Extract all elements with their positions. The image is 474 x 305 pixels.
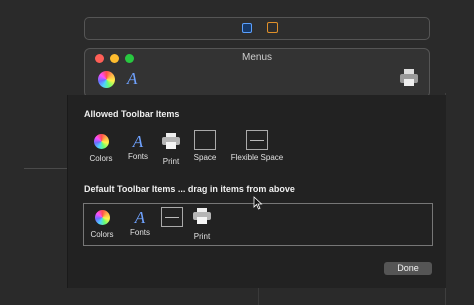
window-title: Menus <box>241 52 272 63</box>
item-label: Fonts <box>129 228 150 237</box>
toolbar-item-print[interactable]: Print <box>159 132 183 166</box>
customize-toolbar-sheet: Allowed Toolbar Items Colors A Fonts Pri… <box>67 95 446 288</box>
color-wheel-icon <box>94 210 110 225</box>
mouse-cursor-icon <box>253 196 263 210</box>
item-label: Print <box>193 232 211 241</box>
flexible-space-icon <box>246 130 268 150</box>
window-icon[interactable] <box>242 23 252 33</box>
toolbar-item-print[interactable]: Print <box>190 207 214 241</box>
color-wheel-icon <box>93 134 109 149</box>
item-label: Colors <box>89 154 113 163</box>
toolbar-item-fonts[interactable]: A Fonts <box>126 209 154 237</box>
path-control-bar[interactable] <box>84 17 430 40</box>
divider <box>24 168 68 169</box>
toolbar-item-colors[interactable]: Colors <box>87 210 117 239</box>
toolbar-item-flexible-space[interactable] <box>160 207 184 227</box>
window-titlebar: Menus <box>86 50 428 68</box>
color-wheel-icon[interactable] <box>98 71 115 88</box>
toolbar-item-fonts[interactable]: A Fonts <box>124 133 152 161</box>
printer-icon <box>193 208 211 224</box>
allowed-items-heading: Allowed Toolbar Items <box>84 109 180 119</box>
cube-icon[interactable] <box>267 22 278 33</box>
printer-icon <box>162 133 180 149</box>
toolbar-item-space[interactable]: Space <box>190 130 220 162</box>
toolbar-item-flexible-space[interactable]: Flexible Space <box>228 130 286 162</box>
printer-icon[interactable] <box>399 68 419 88</box>
item-label: Colors <box>90 230 114 239</box>
divider <box>258 288 259 305</box>
item-label: Fonts <box>127 152 148 161</box>
item-label: Flexible Space <box>230 153 284 162</box>
menus-window: Menus A <box>84 48 430 98</box>
font-icon[interactable]: A <box>127 69 137 89</box>
item-label: Space <box>193 153 217 162</box>
flexible-space-icon <box>161 207 183 227</box>
font-icon: A <box>134 208 146 227</box>
toolbar-item-colors[interactable]: Colors <box>86 134 116 163</box>
done-button[interactable]: Done <box>384 262 432 275</box>
font-icon: A <box>132 132 144 151</box>
item-label: Print <box>162 157 180 166</box>
space-icon <box>194 130 216 150</box>
default-items-heading: Default Toolbar Items ... drag in items … <box>84 184 295 194</box>
